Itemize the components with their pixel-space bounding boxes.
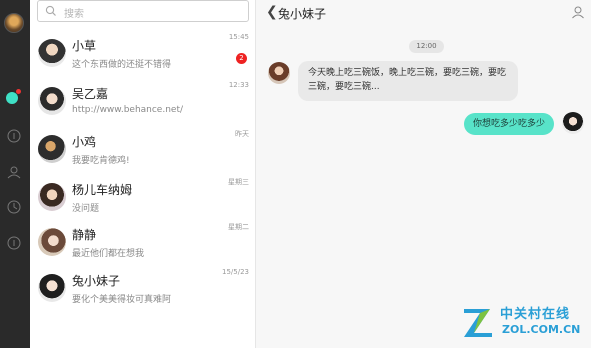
message-time: 15/5/23 xyxy=(222,268,249,276)
incoming-message: 今天晚上吃三碗饭，晚上吃三碗，要吃三碗，要吃三碗，要吃三碗... xyxy=(298,61,518,101)
conversation-row[interactable]: 小鸡 我要吃肯德鸡! 昨天 xyxy=(30,129,256,177)
time-stamp: 12:00 xyxy=(409,40,444,53)
chat-nav-icon[interactable] xyxy=(6,92,18,104)
search-icon xyxy=(45,5,56,16)
conversation-row[interactable]: 静静 最近他们都在想我 星期二 xyxy=(30,222,256,270)
contact-name: 小鸡 xyxy=(72,135,97,149)
app: 搜索 小草 这个东西做的还挺不错得 15:45 2 吴乙嘉 http://www… xyxy=(0,0,591,348)
avatar xyxy=(38,274,66,302)
message-preview: http://www.behance.net/ xyxy=(72,105,184,115)
conversation-row[interactable]: 小草 这个东西做的还挺不错得 15:45 2 xyxy=(30,33,256,81)
chat-title: 兔小妹子 xyxy=(278,7,327,21)
outgoing-message: 你想吃多少吃多少 xyxy=(464,113,554,135)
message-preview: 要化个美美得妆可真难阿 xyxy=(72,295,172,305)
message-time: 12:33 xyxy=(228,81,249,89)
back-icon[interactable]: ❮ xyxy=(266,4,278,20)
watermark-logo: 中关村在线 ZOL.COM.CN xyxy=(462,303,587,343)
unread-badge: 2 xyxy=(236,53,247,64)
message-preview: 最近他们都在想我 xyxy=(72,249,145,259)
message-preview: 我要吃肯德鸡! xyxy=(72,156,130,166)
contact-name: 兔小妹子 xyxy=(72,274,121,288)
avatar xyxy=(38,87,66,115)
message-preview: 这个东西做的还挺不错得 xyxy=(72,60,172,70)
conversation-row[interactable]: 兔小妹子 要化个美美得妆可真难阿 15/5/23 xyxy=(30,268,256,316)
history-icon[interactable] xyxy=(5,198,23,216)
search-placeholder: 搜索 xyxy=(64,9,84,20)
avatar xyxy=(38,228,66,256)
avatar xyxy=(38,183,66,211)
search-box[interactable]: 搜索 xyxy=(37,0,249,22)
avatar xyxy=(38,135,66,163)
message-time: 15:45 xyxy=(228,33,249,41)
watermark-text: 中关村在线 xyxy=(500,307,571,322)
sender-avatar xyxy=(268,62,290,84)
message-time: 昨天 xyxy=(235,130,249,138)
contact-name: 杨儿车纳姆 xyxy=(72,183,133,197)
contacts-icon[interactable] xyxy=(5,163,23,181)
conversation-list: 搜索 小草 这个东西做的还挺不错得 15:45 2 吴乙嘉 http://www… xyxy=(30,0,256,348)
message-time: 星期二 xyxy=(228,223,249,231)
info-icon[interactable] xyxy=(5,127,23,145)
avatar xyxy=(38,39,66,67)
contact-name: 静静 xyxy=(72,228,97,242)
chat-pane: ❮ 兔小妹子 12:00 今天晚上吃三碗饭，晚上吃三碗，要吃三碗，要吃三碗，要吃… xyxy=(256,0,591,348)
settings-icon[interactable] xyxy=(5,234,23,252)
conversation-row[interactable]: 杨儿车纳姆 没问题 星期三 xyxy=(30,177,256,225)
contact-name: 小草 xyxy=(72,39,97,53)
zol-logo-icon xyxy=(464,309,492,337)
my-avatar[interactable] xyxy=(4,13,24,33)
my-chat-avatar xyxy=(562,112,584,134)
contact-name: 吴乙嘉 xyxy=(72,87,109,101)
conversation-row[interactable]: 吴乙嘉 http://www.behance.net/ 12:33 xyxy=(30,81,256,129)
nav-rail xyxy=(0,0,30,348)
watermark-url: ZOL.COM.CN xyxy=(502,323,581,336)
chat-unread-dot xyxy=(16,89,21,94)
message-time: 星期三 xyxy=(228,178,249,186)
user-profile-icon[interactable] xyxy=(571,5,585,19)
message-preview: 没问题 xyxy=(72,204,100,214)
